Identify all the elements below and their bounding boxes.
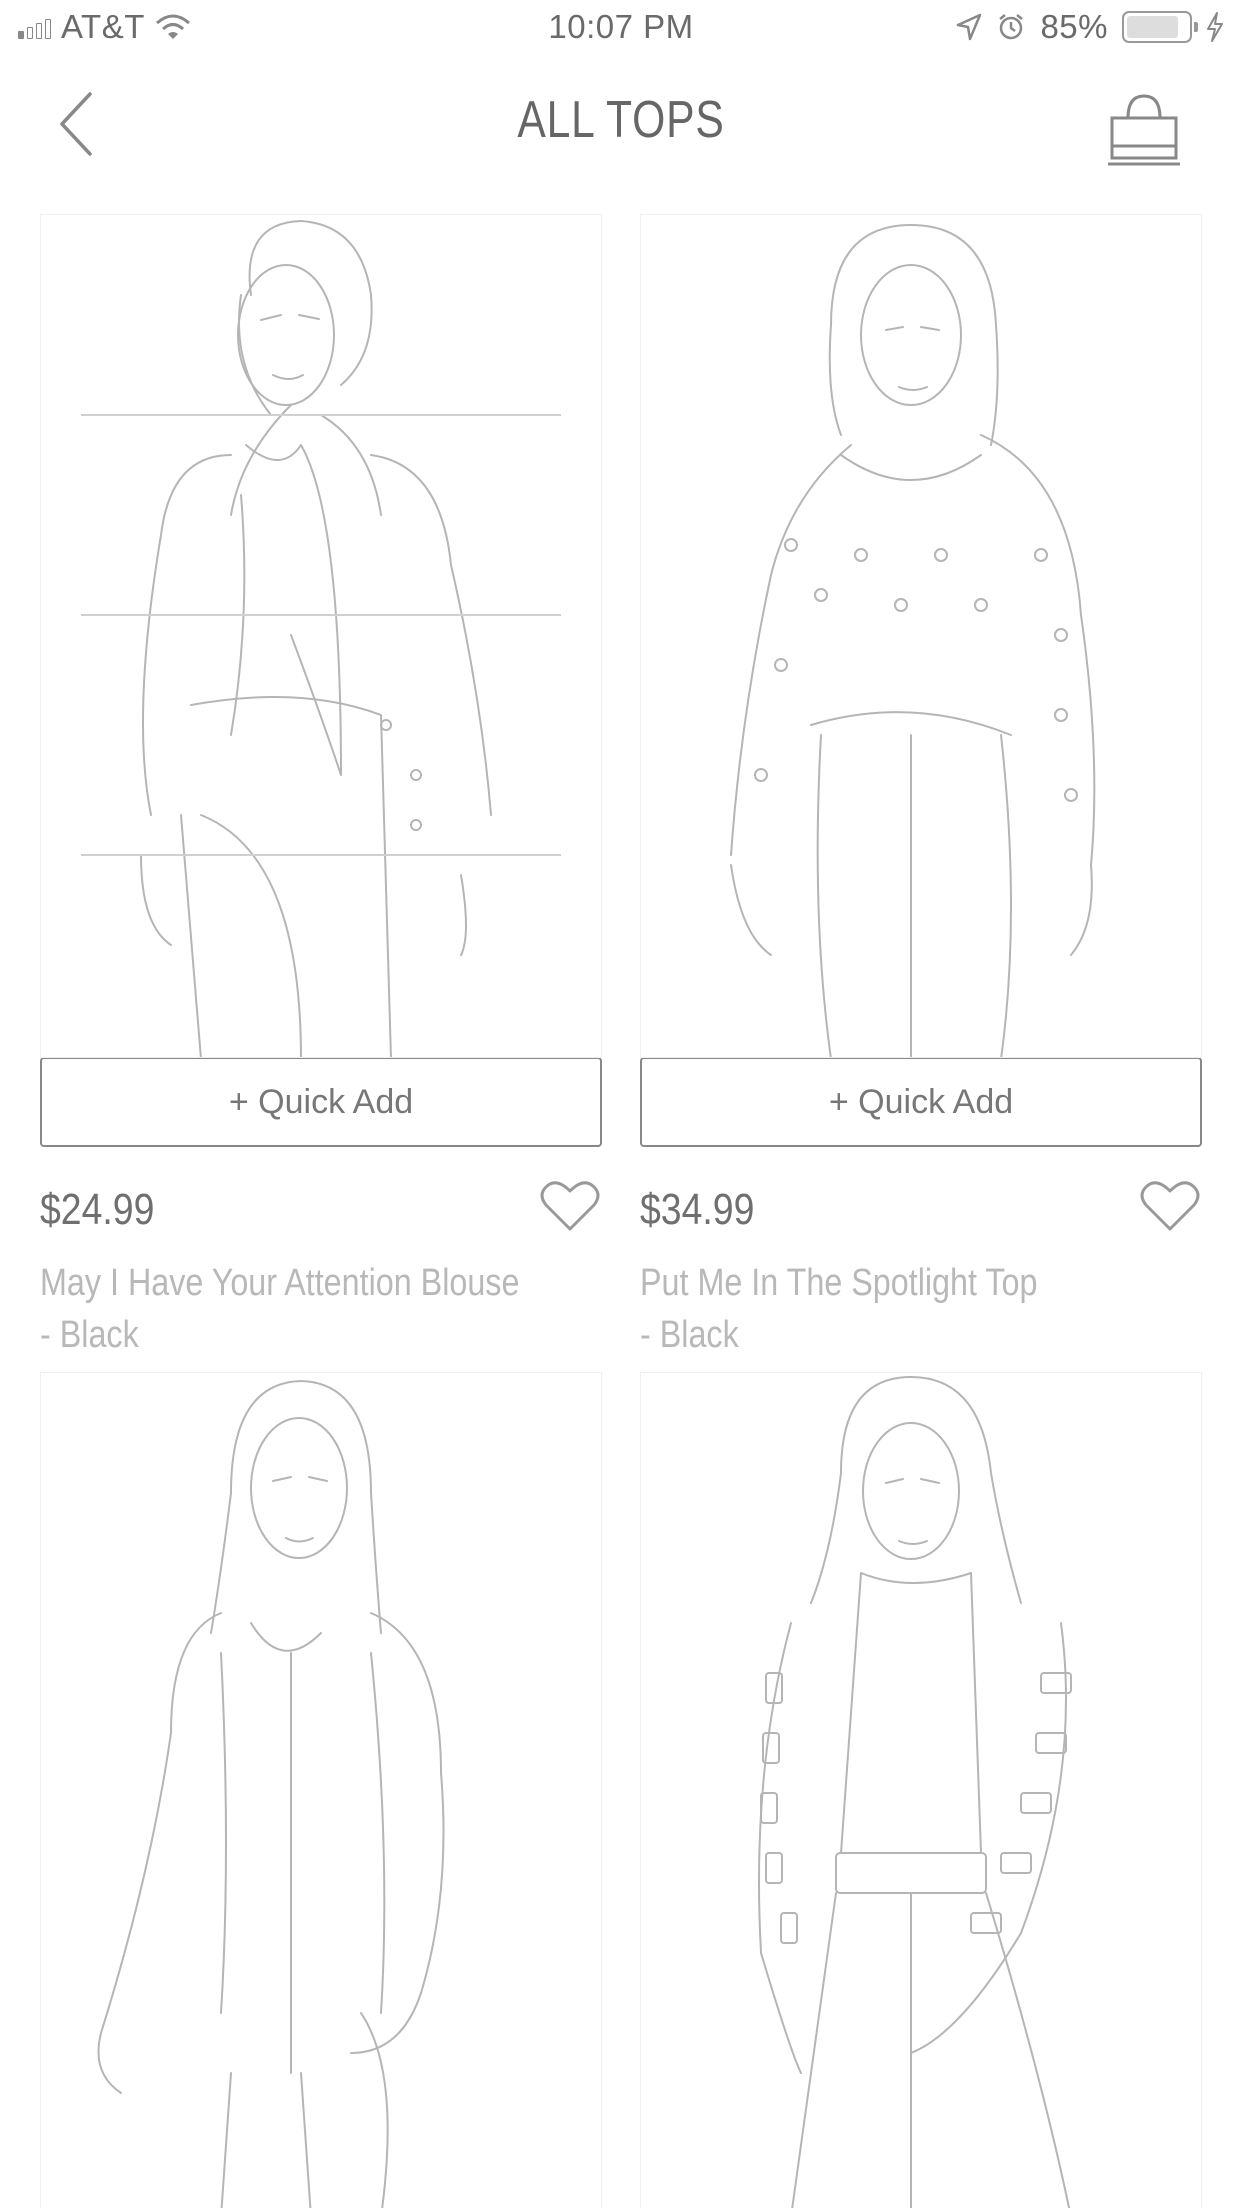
heart-icon[interactable] bbox=[1140, 1177, 1200, 1233]
location-arrow-icon bbox=[957, 13, 982, 41]
product-name-line2: - Black bbox=[40, 1314, 139, 1356]
product-card[interactable]: + Quick Add $34.99 Put Me In The Spotlig… bbox=[640, 214, 1202, 1361]
battery-percent: 85% bbox=[1040, 8, 1108, 45]
product-image[interactable] bbox=[640, 214, 1202, 1058]
chevron-left-icon bbox=[60, 92, 92, 156]
product-card[interactable]: + Quick Add $24.99 May I Have Your Atten… bbox=[40, 214, 602, 1361]
product-name-line2: - Black bbox=[640, 1314, 739, 1356]
nav-bar: ALL TOPS bbox=[0, 60, 1242, 190]
quick-add-button[interactable]: + Quick Add bbox=[640, 1057, 1202, 1147]
page-title: ALL TOPS bbox=[517, 91, 725, 149]
product-image[interactable] bbox=[40, 1372, 602, 2208]
product-name-line1: May I Have Your Attention Blouse bbox=[40, 1262, 520, 1304]
battery-icon bbox=[1122, 11, 1198, 43]
product-image[interactable] bbox=[40, 214, 602, 1058]
status-bar: AT&T 10:07 PM 85% bbox=[0, 0, 1242, 60]
time-label: 10:07 PM bbox=[548, 8, 694, 45]
product-card[interactable] bbox=[640, 1372, 1202, 2208]
product-card[interactable] bbox=[40, 1372, 602, 2208]
status-right: 85% bbox=[956, 8, 1224, 46]
product-price: $34.99 bbox=[640, 1185, 755, 1234]
shopping-bag-icon bbox=[1108, 94, 1180, 166]
price-row: $24.99 bbox=[40, 1181, 602, 1257]
alarm-icon bbox=[999, 14, 1024, 40]
quick-add-button[interactable]: + Quick Add bbox=[40, 1057, 602, 1147]
product-name-line1: Put Me In The Spotlight Top bbox=[640, 1262, 1038, 1304]
price-row: $34.99 bbox=[640, 1181, 1202, 1257]
product-name[interactable]: May I Have Your Attention Blouse - Black bbox=[40, 1257, 584, 1361]
back-button[interactable] bbox=[50, 88, 110, 158]
product-image[interactable] bbox=[640, 1372, 1202, 2208]
shopping-bag-button[interactable] bbox=[1104, 90, 1184, 170]
charging-bolt-icon bbox=[1207, 12, 1223, 42]
heart-icon[interactable] bbox=[540, 1177, 600, 1233]
product-name[interactable]: Put Me In The Spotlight Top - Black bbox=[640, 1257, 1184, 1361]
battery-fill bbox=[1127, 16, 1178, 38]
screen: AT&T 10:07 PM 85% ALL TOPS + Quick Add $… bbox=[0, 0, 1242, 2208]
product-price: $24.99 bbox=[40, 1185, 155, 1234]
